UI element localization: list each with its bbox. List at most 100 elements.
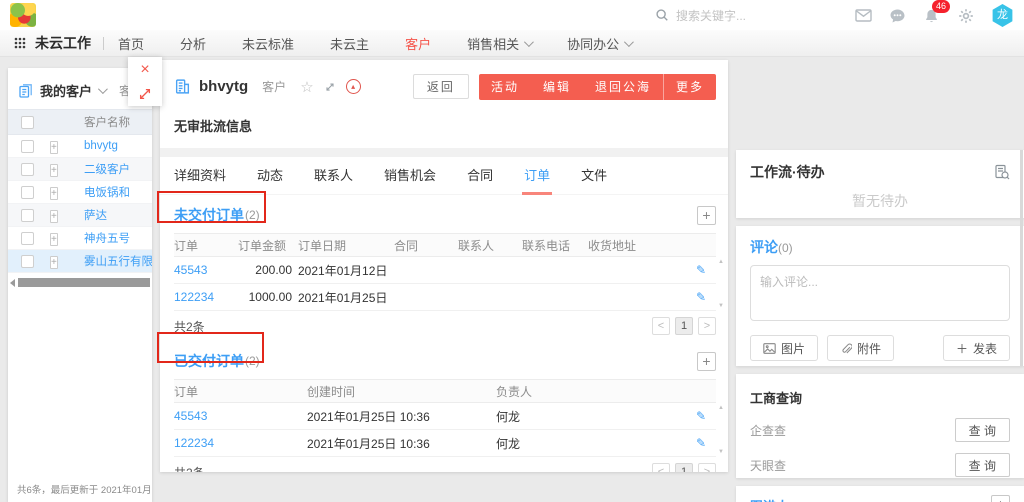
customer-row-selected[interactable]: + 雾山五行有限: [8, 250, 152, 273]
edit-pencil-icon[interactable]: ✎: [696, 409, 706, 423]
scroll-up-icon[interactable]: ▲: [717, 259, 725, 265]
customer-link[interactable]: 神舟五号: [84, 230, 152, 246]
star-icon[interactable]: ☆: [300, 78, 313, 96]
comment-input[interactable]: [750, 265, 1010, 321]
tab-opportunities[interactable]: 销售机会: [384, 157, 436, 195]
expand-panel-icon[interactable]: [138, 87, 152, 101]
tab-files[interactable]: 文件: [581, 157, 607, 195]
mail-icon[interactable]: [855, 7, 872, 24]
vertical-scrollbar-thumb[interactable]: [1020, 150, 1023, 366]
tab-contacts[interactable]: 联系人: [314, 157, 353, 195]
customer-row[interactable]: + 神舟五号: [8, 227, 152, 250]
current-page[interactable]: 1: [675, 463, 693, 472]
add-order-button[interactable]: +: [697, 352, 716, 371]
row-checkbox[interactable]: [21, 163, 34, 176]
lookup-button[interactable]: 查 询: [955, 453, 1010, 477]
workspace-title[interactable]: 未云工作: [35, 33, 91, 53]
edit-pencil-icon[interactable]: ✎: [696, 436, 706, 450]
user-avatar[interactable]: 龙: [991, 4, 1014, 27]
row-checkbox[interactable]: [21, 255, 34, 268]
gear-icon[interactable]: [957, 7, 974, 24]
chat-icon[interactable]: [889, 7, 906, 24]
lookup-button[interactable]: 查 询: [955, 418, 1010, 442]
customer-link[interactable]: 电饭锅和: [84, 184, 152, 200]
created-time: 2021年01月25日 10:36: [307, 408, 496, 425]
app-logo[interactable]: [10, 3, 36, 27]
attachment-button[interactable]: 附件: [827, 335, 894, 361]
view-selector[interactable]: 我的客户: [40, 81, 92, 100]
row-checkbox[interactable]: [21, 140, 34, 153]
edit-pencil-icon[interactable]: ✎: [696, 290, 706, 304]
detail-header: bhvytg 客户 ☆ ▴ 返回 活动 编辑 退回公海 更多: [160, 60, 728, 100]
customer-row[interactable]: + 电饭锅和: [8, 181, 152, 204]
edit-button[interactable]: 编辑: [531, 74, 583, 100]
order-link[interactable]: 122234: [174, 436, 307, 450]
edit-pencil-icon[interactable]: ✎: [696, 263, 706, 277]
next-page-button[interactable]: >: [698, 317, 716, 335]
tab-contracts[interactable]: 合同: [467, 157, 493, 195]
customer-row[interactable]: + 萨达: [8, 204, 152, 227]
more-button[interactable]: 更多: [664, 74, 716, 100]
row-checkbox[interactable]: [21, 209, 34, 222]
nav-item-home[interactable]: 首页: [118, 34, 144, 53]
tab-orders[interactable]: 订单: [524, 157, 550, 195]
expand-row-icon[interactable]: +: [50, 210, 58, 223]
customer-link[interactable]: bhvytg: [84, 140, 152, 152]
workflow-title: 工作流·待办: [750, 162, 825, 182]
nav-item-collaboration[interactable]: 协同办公: [567, 34, 631, 53]
section-divider: [160, 148, 728, 157]
add-follower-button[interactable]: +: [991, 495, 1010, 502]
prev-page-button[interactable]: <: [652, 463, 670, 472]
workflow-search-icon[interactable]: [994, 164, 1010, 180]
tab-details[interactable]: 详细资料: [174, 157, 226, 195]
expand-row-icon[interactable]: +: [50, 164, 58, 177]
customer-row[interactable]: + bhvytg: [8, 135, 152, 158]
image-button[interactable]: 图片: [750, 335, 818, 361]
image-icon: [763, 343, 776, 354]
nav-item-main[interactable]: 未云主: [330, 34, 369, 53]
close-icon[interactable]: ×: [140, 62, 149, 78]
expand-row-icon[interactable]: +: [50, 233, 58, 246]
customer-link[interactable]: 雾山五行有限: [84, 253, 152, 269]
comments-title: 评论: [750, 239, 778, 255]
order-link[interactable]: 122234: [174, 290, 238, 304]
order-link[interactable]: 45543: [174, 263, 238, 277]
expand-row-icon[interactable]: +: [50, 187, 58, 200]
scroll-down-icon[interactable]: ▼: [717, 449, 725, 455]
select-all-checkbox[interactable]: [21, 116, 34, 129]
scroll-down-icon[interactable]: ▼: [717, 303, 725, 309]
customer-link[interactable]: 萨达: [84, 207, 152, 223]
current-page[interactable]: 1: [675, 317, 693, 335]
scrollbar-thumb[interactable]: [18, 278, 150, 287]
global-search-input[interactable]: 搜索关键字...: [655, 5, 746, 25]
nav-item-standard[interactable]: 未云标准: [242, 34, 294, 53]
row-checkbox[interactable]: [21, 186, 34, 199]
fullscreen-icon[interactable]: [324, 81, 336, 93]
nav-item-customers[interactable]: 客户: [405, 34, 431, 53]
activity-button[interactable]: 活动: [479, 74, 531, 100]
customer-row[interactable]: + 二级客户: [8, 158, 152, 181]
nav-item-sales[interactable]: 销售相关: [467, 34, 531, 53]
post-comment-button[interactable]: ＋ 发表: [943, 335, 1010, 361]
next-page-button[interactable]: >: [698, 463, 716, 472]
tab-activity[interactable]: 动态: [257, 157, 283, 195]
scroll-left-icon[interactable]: [10, 279, 15, 287]
scroll-up-icon[interactable]: ▲: [717, 405, 725, 411]
expand-row-icon[interactable]: +: [50, 141, 58, 154]
search-placeholder: 搜索关键字...: [676, 7, 746, 24]
apps-grid-icon[interactable]: [14, 37, 26, 49]
undelivered-orders-table: 订单 订单金额 订单日期 合同 联系人 联系电话 收货地址 45543 200.…: [174, 233, 716, 341]
workflow-empty-text: 暂无待办: [750, 191, 1010, 211]
back-button[interactable]: 返回: [413, 74, 469, 99]
customer-link[interactable]: 二级客户: [84, 161, 152, 177]
owner: 何龙: [496, 435, 601, 452]
horizontal-scrollbar[interactable]: [10, 278, 150, 287]
row-checkbox[interactable]: [21, 232, 34, 245]
prev-page-button[interactable]: <: [652, 317, 670, 335]
add-order-button[interactable]: +: [697, 206, 716, 225]
bell-icon[interactable]: 46: [923, 7, 940, 24]
order-link[interactable]: 45543: [174, 409, 307, 423]
return-to-pool-button[interactable]: 退回公海: [583, 74, 663, 100]
nav-item-analysis[interactable]: 分析: [180, 34, 206, 53]
expand-row-icon[interactable]: +: [50, 256, 58, 269]
